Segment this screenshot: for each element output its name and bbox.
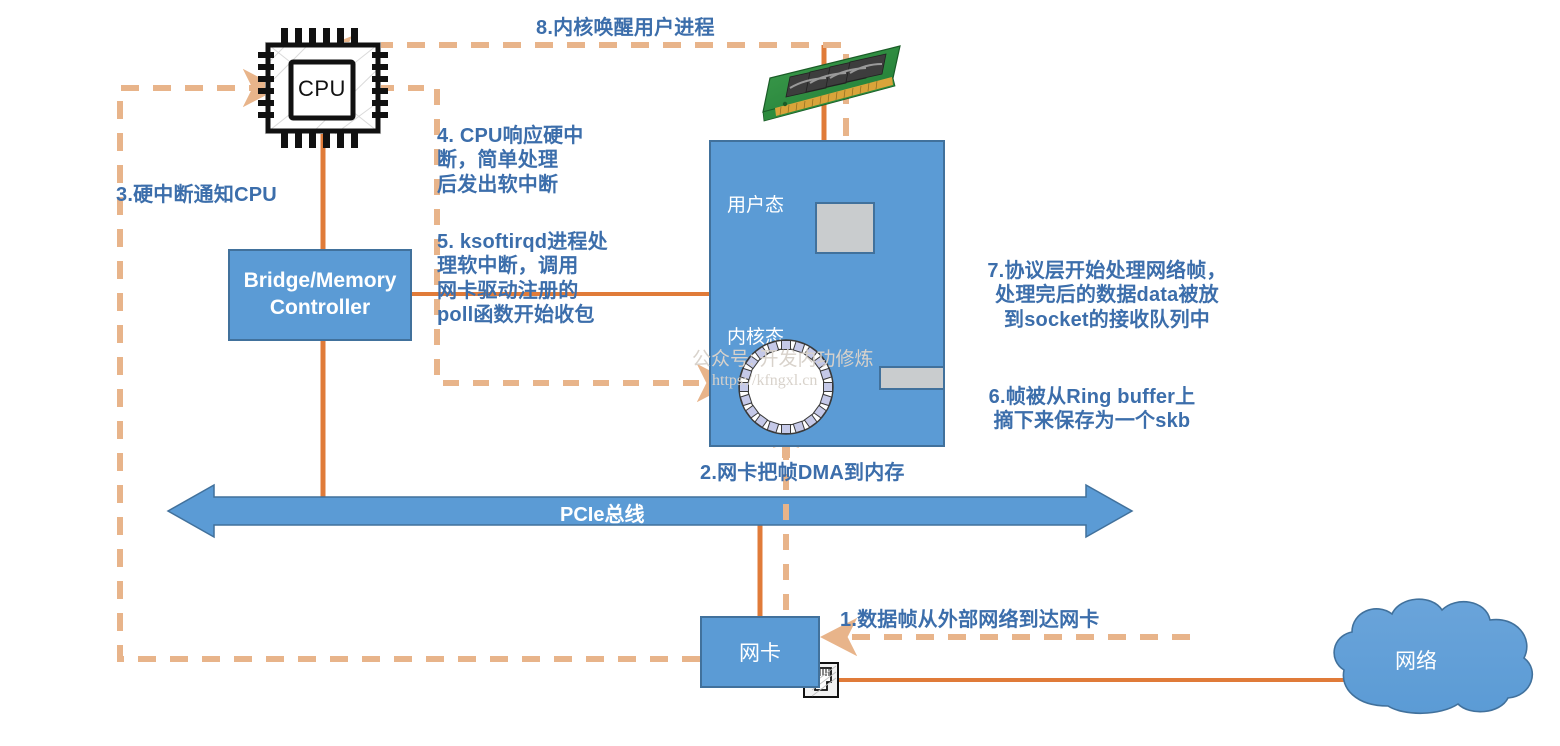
ring-buffer-icon <box>738 339 834 435</box>
pcie-bus-label: PCIe总线 <box>560 504 645 526</box>
pcie-bus-arrow <box>166 483 1134 539</box>
step-6-label: 6.帧被从Ring buffer上 摘下来保存为一个skb <box>988 386 1196 433</box>
skb-buffer-box <box>879 366 945 390</box>
step-4-label: 4. CPU响应硬中 断，简单处理 后发出软中断 <box>437 125 584 196</box>
step-8-label: 8.内核唤醒用户进程 <box>536 17 715 39</box>
memory-module-icon <box>762 45 901 122</box>
step-7-label: 7.协议层开始处理网络帧， 处理完后的数据data被放 到socket的接收队列… <box>987 260 1227 331</box>
step-3-label: 3.硬中断通知CPU <box>116 184 277 206</box>
user-space-label: 用户态 <box>727 195 785 216</box>
diagram-canvas: CPU Bridge/Memory Controller 用户态 内核态 PCI… <box>0 0 1560 746</box>
network-cloud-label: 网络 <box>1395 650 1437 673</box>
step-5-label: 5. ksoftirqd进程处 理软中断，调用 网卡驱动注册的 poll函数开始… <box>437 231 608 327</box>
step-2-label: 2.网卡把帧DMA到内存 <box>700 462 905 484</box>
memory-address-space-box: 用户态 内核态 <box>709 140 945 447</box>
nic-box[interactable]: 网卡 <box>700 616 820 688</box>
cpu-label: CPU <box>298 76 346 101</box>
step-1-label: 1.数据帧从外部网络到达网卡 <box>840 609 1100 631</box>
socket-receive-queue-box <box>815 202 875 254</box>
bridge-memory-controller-box[interactable]: Bridge/Memory Controller <box>228 249 412 341</box>
